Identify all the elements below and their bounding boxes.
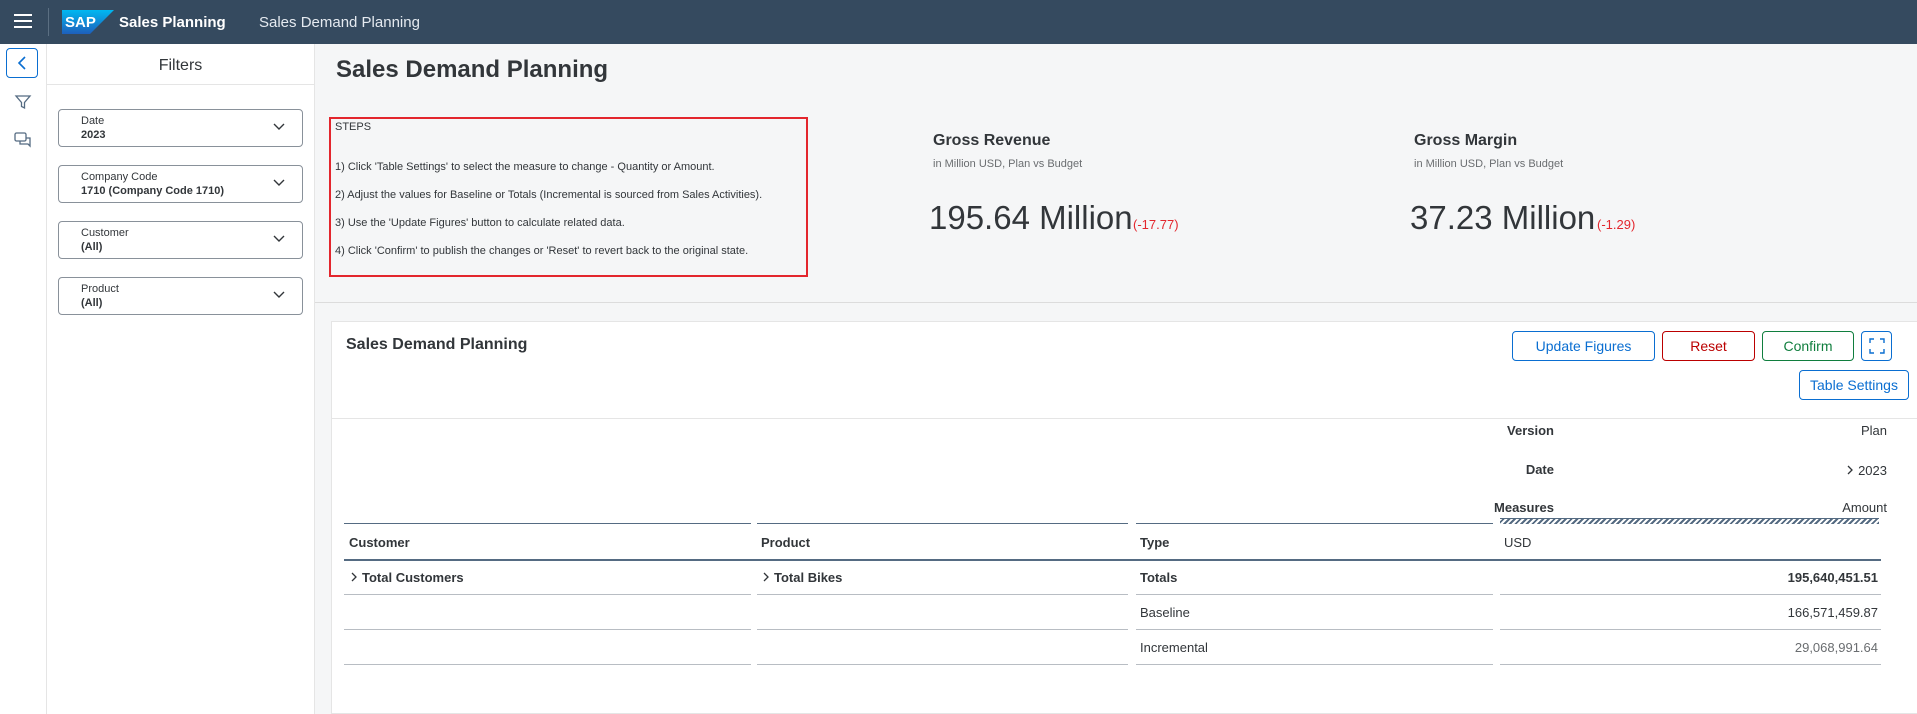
sap-logo-text: SAP [65,14,96,31]
shell-divider [48,8,49,36]
step-item: 1) Click 'Table Settings' to select the … [335,161,715,173]
row-product-cell[interactable]: Total Bikes [761,570,842,585]
row-product-text: Total Bikes [774,570,843,585]
version-label: Version [1507,423,1554,438]
filter-value: 1710 (Company Code 1710) [81,185,225,197]
filter-value: (All) [81,297,103,309]
filter-label: Company Code [81,171,158,183]
chevron-left-icon [17,56,26,70]
filter-label: Product [81,283,119,295]
row-type-cell: Incremental [1140,640,1208,655]
chevron-down-icon [273,291,285,298]
row-line [1500,664,1881,665]
header-separator [344,559,1881,561]
chevron-down-icon [273,235,285,242]
main-content: Sales Demand Planning STEPS 1) Click 'Ta… [315,44,1917,714]
date-filter[interactable]: Date 2023 [58,109,303,147]
collapse-filters-button[interactable] [6,48,38,78]
page-subtitle: Sales Demand Planning [259,14,420,31]
row-value-cell: 29,068,991.64 [1794,640,1878,655]
col-line [757,523,1128,524]
section-divider [315,302,1917,303]
row-line [1500,594,1881,595]
filters-title: Filters [158,57,203,74]
filter-value: (All) [81,241,103,253]
row-type-cell: Totals [1140,570,1178,585]
row-line [344,594,751,595]
chevron-right-icon [763,572,769,582]
confirm-button[interactable]: Confirm [1762,331,1854,361]
row-line [344,629,751,630]
chevron-right-icon [1847,465,1853,475]
row-line [344,664,751,665]
date-value-text: 2023 [1858,463,1887,478]
step-item: 3) Use the 'Update Figures' button to ca… [335,217,625,229]
product-filter[interactable]: Product (All) [58,277,303,315]
filters-divider [47,84,314,85]
page-title: Sales Demand Planning [336,56,609,83]
reset-button[interactable]: Reset [1662,331,1755,361]
row-line [1500,629,1881,630]
version-value: Plan [1860,423,1887,438]
card-title: Sales Demand Planning [346,336,528,353]
app-title: Sales Planning [119,14,226,31]
row-line [1136,664,1493,665]
filter-value: 2023 [81,129,106,141]
step-item: 4) Click 'Confirm' to publish the change… [335,245,749,257]
shell-bar: SAP Sales Planning Sales Demand Planning [0,0,1917,44]
row-customer-cell[interactable]: Total Customers [349,570,464,585]
kpi-delta: (-1.29) [1597,217,1636,232]
chevron-down-icon [273,179,285,186]
comments-icon[interactable] [13,130,33,150]
date-value[interactable]: 2023 [1732,463,1887,478]
row-line [757,594,1128,595]
funnel-icon[interactable] [13,92,33,112]
row-customer-text: Total Customers [362,570,464,585]
filters-panel: Filters Date 2023 Company Code 1710 (Com… [47,44,315,714]
kpi-title: Gross Revenue [933,132,1051,149]
measures-value: Amount [1842,500,1887,515]
hamburger-icon[interactable] [14,14,32,30]
kpi-delta: (-17.77) [1133,217,1179,232]
card-divider [332,418,1917,419]
company-code-filter[interactable]: Company Code 1710 (Company Code 1710) [58,165,303,203]
row-value-cell[interactable]: 166,571,459.87 [1632,605,1878,620]
kpi-subtitle: in Million USD, Plan vs Budget [1414,158,1564,170]
planning-table-card: Sales Demand Planning Update Figures Res… [331,321,1917,714]
row-line [757,664,1128,665]
steps-title: STEPS [335,121,372,133]
side-rail [0,44,47,714]
column-header-currency: USD [1504,535,1532,550]
column-header-customer: Customer [349,535,410,550]
row-value-cell[interactable]: 195,640,451.51 [1632,570,1878,585]
chevron-down-icon [273,123,285,130]
kpi-subtitle: in Million USD, Plan vs Budget [933,158,1083,170]
row-type-cell: Baseline [1140,605,1190,620]
fullscreen-button[interactable] [1861,331,1892,361]
step-item: 2) Adjust the values for Baseline or Tot… [335,189,763,201]
kpi-value[interactable]: 195.64 Million [929,199,1133,237]
row-line [1136,629,1493,630]
col-line [344,523,751,524]
kpi-title: Gross Margin [1414,132,1518,149]
fullscreen-icon [1868,338,1885,354]
column-header-type: Type [1140,535,1170,550]
table-settings-button[interactable]: Table Settings [1799,370,1909,400]
amount-hatch [1500,518,1879,524]
column-header-product: Product [761,535,811,550]
filter-label: Customer [81,227,129,239]
col-line [1136,523,1493,524]
customer-filter[interactable]: Customer (All) [58,221,303,259]
kpi-value[interactable]: 37.23 Million [1410,199,1595,237]
measures-label: Measures [1494,500,1554,515]
date-label: Date [1525,462,1554,477]
sap-logo[interactable]: SAP [62,10,114,34]
row-line [1136,594,1493,595]
row-line [757,629,1128,630]
update-figures-button[interactable]: Update Figures [1512,331,1655,361]
filter-label: Date [81,115,105,127]
chevron-right-icon [351,572,357,582]
